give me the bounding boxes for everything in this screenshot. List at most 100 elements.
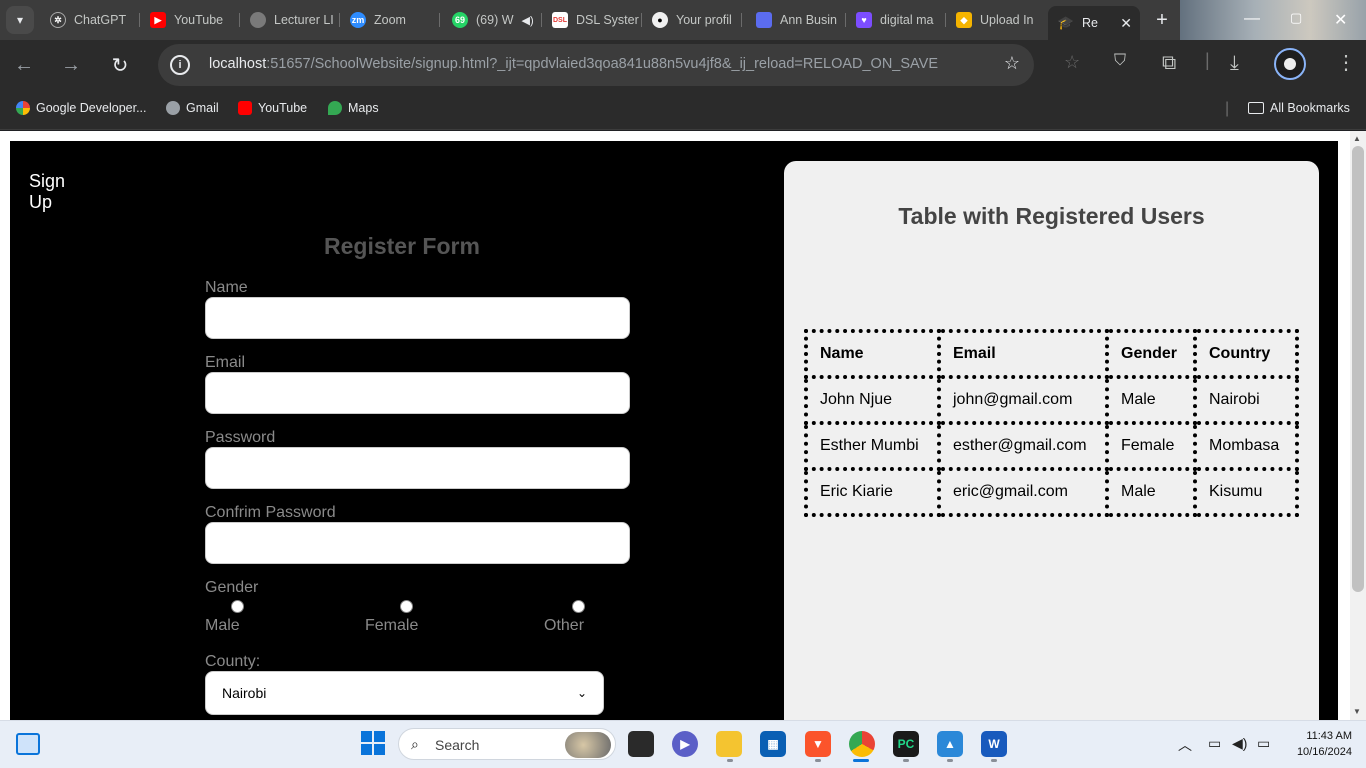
taskbar-search[interactable]: ⌕ Search xyxy=(398,728,616,760)
all-bookmarks-button[interactable]: All Bookmarks xyxy=(1248,101,1350,115)
folder-icon xyxy=(1248,102,1264,114)
minimize-icon[interactable]: — xyxy=(1244,10,1260,28)
cell-gender: Female xyxy=(1105,421,1197,471)
url-text[interactable]: localhost:51657/SchoolWebsite/signup.htm… xyxy=(209,56,938,72)
close-window-icon[interactable]: ✕ xyxy=(1334,10,1347,30)
running-indicator xyxy=(903,759,909,762)
name-input[interactable] xyxy=(205,297,630,339)
table-row: Esther Mumbi esther@gmail.com Female Mom… xyxy=(804,421,1299,471)
scroll-up-arrow-icon[interactable]: ▲ xyxy=(1353,134,1361,143)
cell-gender: Male xyxy=(1105,467,1197,517)
scrollbar-thumb[interactable] xyxy=(1352,146,1364,592)
tab-label: Zoom xyxy=(374,13,406,27)
search-highlight-image xyxy=(565,732,611,758)
download-icon[interactable]: ⤓ xyxy=(1230,52,1239,75)
whatsapp-icon: 69 xyxy=(452,12,468,28)
taskbar-clock[interactable]: 11:43 AM 10/16/2024 xyxy=(1282,728,1352,760)
county-selected-value: Nairobi xyxy=(222,685,267,701)
zoom-icon: zm xyxy=(350,12,366,28)
clock-time: 11:43 AM xyxy=(1306,730,1352,742)
gmail-icon xyxy=(166,101,180,115)
cell-email: esther@gmail.com xyxy=(937,421,1109,471)
gender-other-radio[interactable] xyxy=(572,600,585,613)
name-label: Name xyxy=(205,279,248,296)
page-viewport: Sign Up Register Form Name Email Passwor… xyxy=(0,131,1350,720)
heart-icon: ♥ xyxy=(856,12,872,28)
tab-github[interactable]: ● Your profil xyxy=(642,6,742,34)
tab-label: Lecturer LI xyxy=(274,13,334,27)
bookmark-youtube[interactable]: YouTube xyxy=(238,101,307,115)
registered-users-table: Name Email Gender Country John Njue john… xyxy=(804,329,1299,517)
network-icon[interactable]: ▭ xyxy=(1208,735,1221,752)
close-tab-icon[interactable]: ✕ xyxy=(1120,15,1132,32)
cell-gender: Male xyxy=(1105,375,1197,425)
app-icon xyxy=(756,12,772,28)
tab-youtube[interactable]: ▶ YouTube xyxy=(140,6,240,34)
tab-ann-business[interactable]: Ann Busin xyxy=(746,6,846,34)
gender-male-radio[interactable] xyxy=(231,600,244,613)
extensions-puzzle-icon[interactable]: ⧉ xyxy=(1162,52,1176,75)
confirm-password-input[interactable] xyxy=(205,522,630,564)
tab-register-active[interactable]: 🎓 Re ✕ xyxy=(1048,6,1140,40)
speaker-icon[interactable]: ◀) xyxy=(522,14,534,27)
page-scrollbar[interactable]: ▲ ▼ xyxy=(1350,131,1366,720)
form-title: Register Form xyxy=(324,233,480,259)
back-arrow-icon[interactable]: ← xyxy=(11,52,37,78)
search-icon: ⌕ xyxy=(411,736,419,752)
tab-label: YouTube xyxy=(174,13,224,27)
pycharm-icon[interactable]: PC xyxy=(893,731,919,757)
tab-strip: ▾ ✲ ChatGPT ▶ YouTube Lecturer LI zm Zoo… xyxy=(0,0,1366,40)
tab-label: Re xyxy=(1082,16,1098,30)
gender-female-radio[interactable] xyxy=(400,600,413,613)
address-bar[interactable]: i localhost:51657/SchoolWebsite/signup.h… xyxy=(158,44,1034,86)
bookmark-google-developers[interactable]: Google Developer... xyxy=(16,101,147,115)
scroll-down-arrow-icon[interactable]: ▼ xyxy=(1353,707,1361,716)
github-icon: ● xyxy=(652,12,668,28)
tab-upload[interactable]: ◆ Upload In xyxy=(946,6,1046,34)
show-hidden-icons-chevron-icon[interactable]: ︿ xyxy=(1178,735,1192,755)
cell-name: Eric Kiarie xyxy=(804,467,941,517)
tab-search-chevron-icon[interactable]: ▾ xyxy=(6,6,34,34)
teams-icon[interactable]: ▶ xyxy=(672,731,698,757)
widgets-icon[interactable] xyxy=(16,733,40,755)
photos-icon[interactable]: ▲ xyxy=(937,731,963,757)
graduation-cap-icon: 🎓 xyxy=(1057,15,1075,30)
new-tab-button[interactable]: + xyxy=(1150,8,1174,32)
tab-dsl[interactable]: DSL DSL Syster xyxy=(542,6,642,34)
profile-avatar[interactable] xyxy=(1274,48,1306,80)
brave-browser-icon[interactable]: ▼ xyxy=(805,731,831,757)
cell-country: Nairobi xyxy=(1193,375,1299,425)
county-select[interactable]: Nairobi ⌄ xyxy=(205,671,604,715)
clock-date: 10/16/2024 xyxy=(1296,746,1352,758)
gender-female-label: Female xyxy=(365,617,419,634)
bookmark-star-icon[interactable]: ☆ xyxy=(1004,53,1020,74)
forward-arrow-icon[interactable]: → xyxy=(58,52,84,78)
chrome-icon[interactable] xyxy=(849,731,875,757)
battery-icon[interactable]: ▭ xyxy=(1257,735,1270,752)
kebab-menu-icon[interactable]: ⋮ xyxy=(1336,50,1356,75)
word-icon[interactable]: W xyxy=(981,731,1007,757)
tab-zoom[interactable]: zm Zoom xyxy=(340,6,440,34)
file-explorer-icon[interactable] xyxy=(716,731,742,757)
tab-whatsapp[interactable]: 69 (69) W ◀) xyxy=(442,6,542,34)
column-header-country: Country xyxy=(1193,329,1299,379)
maximize-icon[interactable]: ▢ xyxy=(1290,10,1302,26)
password-input[interactable] xyxy=(205,447,630,489)
start-button[interactable] xyxy=(360,730,386,756)
reload-icon[interactable]: ↻ xyxy=(107,52,133,78)
dsl-icon: DSL xyxy=(552,12,568,28)
tab-digital-marketing[interactable]: ♥ digital ma xyxy=(846,6,946,34)
email-input[interactable] xyxy=(205,372,630,414)
volume-icon[interactable]: ◀) xyxy=(1232,735,1247,752)
microsoft-store-icon[interactable]: ▦ xyxy=(760,731,786,757)
shield-icon[interactable]: ⛉ xyxy=(1114,52,1126,70)
maps-pin-icon xyxy=(328,101,342,115)
bookmark-maps[interactable]: Maps xyxy=(328,101,379,115)
site-info-icon[interactable]: i xyxy=(170,55,190,75)
extension-star-icon[interactable]: ☆ xyxy=(1064,52,1080,73)
bookmark-gmail[interactable]: Gmail xyxy=(166,101,219,115)
tab-lecturer[interactable]: Lecturer LI xyxy=(240,6,340,34)
youtube-icon: ▶ xyxy=(150,12,166,28)
task-view-icon[interactable] xyxy=(628,731,654,757)
tab-chatgpt[interactable]: ✲ ChatGPT xyxy=(40,6,140,34)
